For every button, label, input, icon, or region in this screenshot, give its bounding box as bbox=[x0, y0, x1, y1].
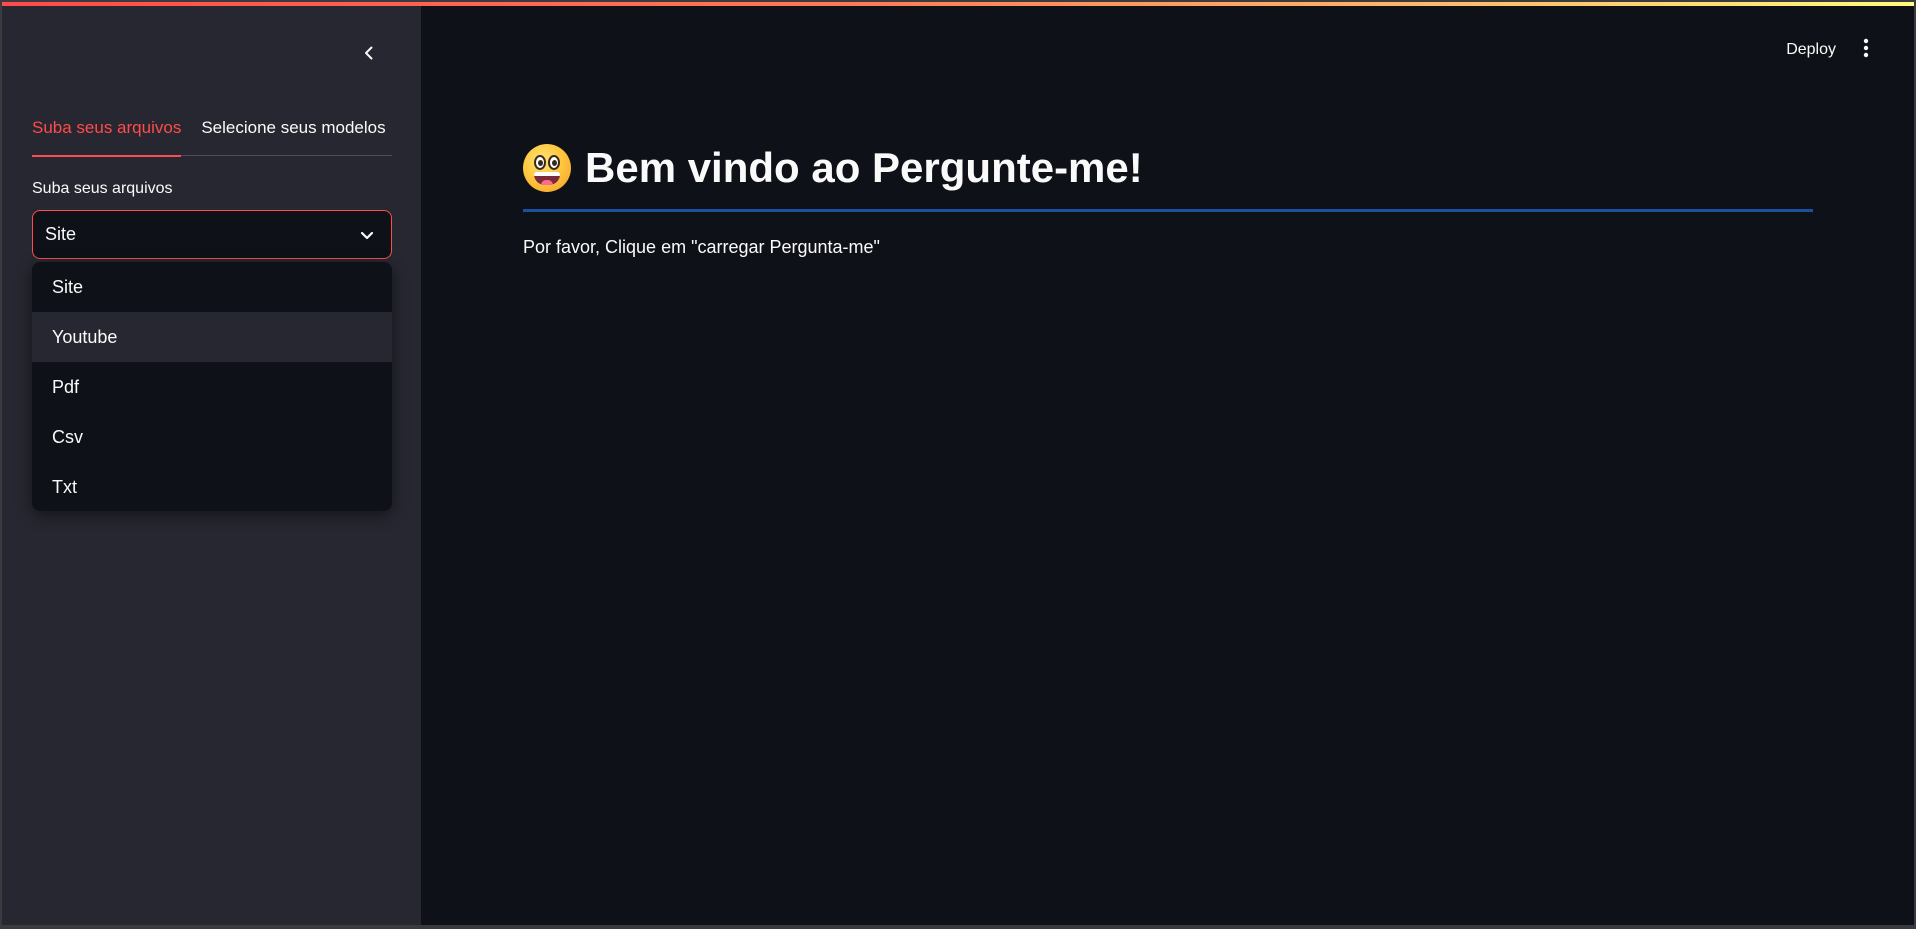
sidebar: Suba seus arquivos Selecione seus modelo… bbox=[2, 2, 421, 925]
dropdown-option-youtube[interactable]: Youtube bbox=[32, 312, 392, 362]
instruction-text: Por favor, Clique em "carregar Pergunta-… bbox=[523, 237, 880, 257]
dropdown-option-pdf[interactable]: Pdf bbox=[32, 362, 392, 412]
chevron-left-icon bbox=[361, 45, 377, 66]
top-decoration-stripe bbox=[2, 2, 1914, 6]
grinning-face-icon bbox=[523, 144, 571, 192]
title-divider bbox=[523, 209, 1813, 212]
dropdown-option-txt[interactable]: Txt bbox=[32, 462, 392, 511]
dropdown-option-csv[interactable]: Csv bbox=[32, 412, 392, 462]
file-type-select-value: Site bbox=[45, 224, 77, 244]
tab-select-models[interactable]: Selecione seus modelos bbox=[201, 114, 385, 156]
tab-upload-files[interactable]: Suba seus arquivos bbox=[32, 114, 182, 157]
file-type-select[interactable]: Site bbox=[32, 210, 392, 259]
chevron-down-icon bbox=[355, 223, 379, 247]
sidebar-tabs: Suba seus arquivos Selecione seus modelo… bbox=[32, 114, 392, 157]
file-type-dropdown: Site Youtube Pdf Csv Txt bbox=[32, 262, 392, 511]
app-window: Suba seus arquivos Selecione seus modelo… bbox=[0, 0, 1916, 929]
file-type-label: Suba seus arquivos bbox=[32, 180, 173, 197]
more-vertical-icon bbox=[1863, 38, 1869, 63]
deploy-button[interactable]: Deploy bbox=[1786, 38, 1836, 62]
page-header: Bem vindo ao Pergunte-me! bbox=[523, 144, 1811, 192]
page-title: Bem vindo ao Pergunte-me! bbox=[585, 144, 1143, 191]
main-menu-button[interactable] bbox=[1854, 38, 1878, 62]
dropdown-option-site[interactable]: Site bbox=[32, 262, 392, 312]
collapse-sidebar-button[interactable] bbox=[352, 38, 386, 72]
main-content: Deploy Bem vindo ao Pergunte-me! Por fav… bbox=[421, 2, 1914, 925]
